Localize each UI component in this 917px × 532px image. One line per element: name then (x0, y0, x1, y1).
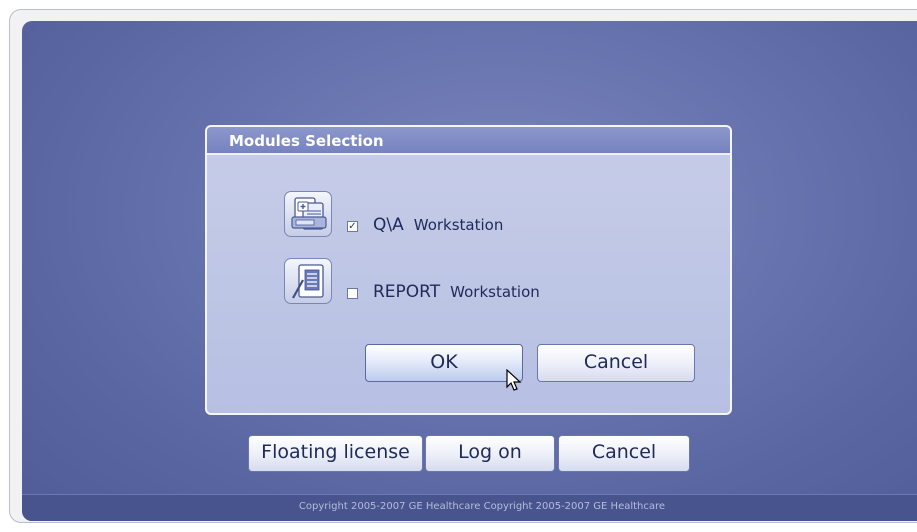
report-module-name: REPORT (373, 282, 441, 302)
qa-workstation-label[interactable]: Q\A Workstation (373, 215, 503, 235)
qa-workstation-icon[interactable] (284, 191, 332, 237)
modules-selection-dialog: Modules Selection ✓ Q\A Workstation REPO… (205, 125, 732, 415)
report-workstation-icon[interactable] (284, 258, 332, 304)
copyright-text: Copyright 2005-2007 GE Healthcare Copyri… (298, 501, 666, 512)
footer-bar: Copyright 2005-2007 GE Healthcare Copyri… (22, 494, 917, 521)
qa-workstation-checkbox[interactable]: ✓ (347, 221, 358, 232)
floating-license-button[interactable]: Floating license (248, 435, 423, 472)
login-cancel-button[interactable]: Cancel (558, 435, 690, 472)
dialog-title: Modules Selection (207, 127, 730, 155)
login-screen: Modules Selection ✓ Q\A Workstation REPO… (22, 21, 917, 521)
report-module-suffix: Workstation (450, 283, 540, 301)
report-workstation-label[interactable]: REPORT Workstation (373, 282, 540, 302)
log-on-button[interactable]: Log on (425, 435, 555, 472)
report-workstation-checkbox[interactable] (347, 288, 358, 299)
ok-button[interactable]: OK (365, 344, 523, 382)
qa-module-suffix: Workstation (413, 216, 504, 234)
qa-module-name: Q\A (373, 215, 404, 235)
mouse-cursor-icon (506, 369, 522, 391)
dialog-cancel-button[interactable]: Cancel (537, 344, 695, 382)
